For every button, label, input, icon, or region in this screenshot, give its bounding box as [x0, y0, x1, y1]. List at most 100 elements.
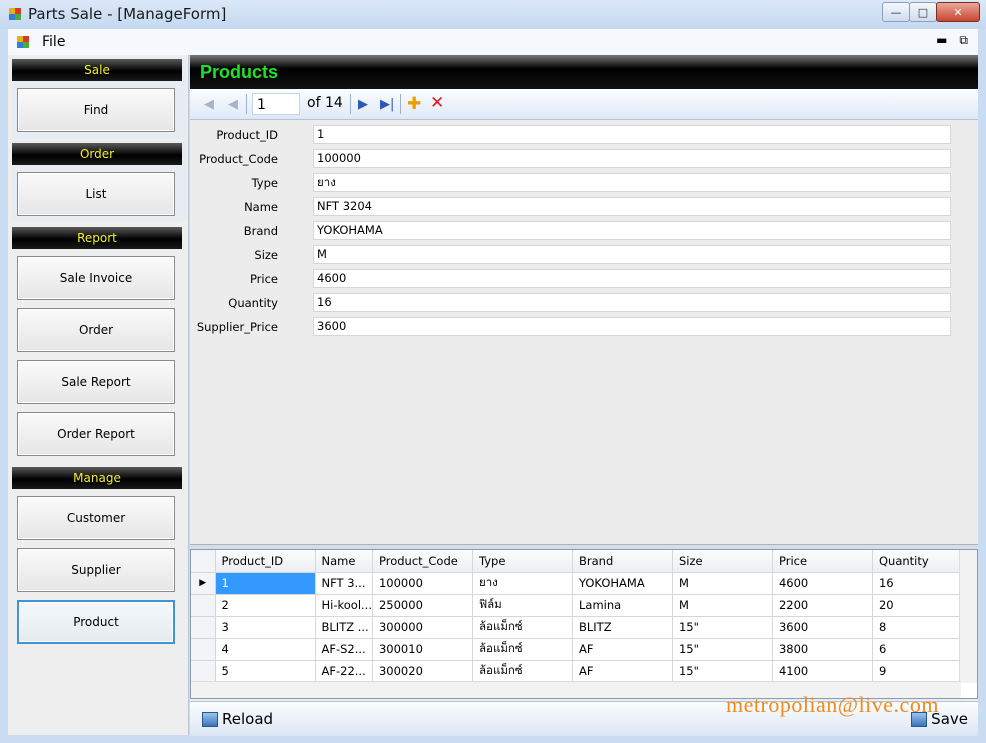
brand-field[interactable]: YOKOHAMA	[313, 221, 951, 240]
add-new-icon[interactable]: ✚	[407, 94, 421, 114]
cell[interactable]: 4	[215, 638, 316, 661]
row-header[interactable]	[191, 660, 216, 683]
table-row[interactable]: ▶ 1 NFT 3... 100000 ยาง YOKOHAMA M 4600 …	[191, 572, 965, 595]
cell[interactable]: 3800	[772, 638, 873, 661]
cell[interactable]: 20	[872, 594, 965, 617]
cell[interactable]: 6	[872, 638, 965, 661]
cell[interactable]: Hi-kool...	[315, 594, 373, 617]
cell[interactable]: 15"	[672, 616, 773, 639]
product-button[interactable]: Product	[17, 600, 175, 644]
column-header[interactable]: Size	[672, 550, 773, 573]
cell[interactable]: ยาง	[472, 572, 573, 595]
cell[interactable]: 2200	[772, 594, 873, 617]
row-header[interactable]	[191, 594, 216, 617]
supplier-button[interactable]: Supplier	[17, 548, 175, 592]
cell[interactable]: M	[672, 594, 773, 617]
sale-report-button[interactable]: Sale Report	[17, 360, 175, 404]
size-field[interactable]: M	[313, 245, 951, 264]
delete-icon[interactable]: ✕	[430, 93, 444, 113]
supplier-price-field[interactable]: 3600	[313, 317, 951, 336]
cell[interactable]: 3600	[772, 616, 873, 639]
label-price: Price	[249, 272, 278, 286]
cell[interactable]: 15"	[672, 660, 773, 683]
main-panel: Products ◀ ◀ 1 of 14 ▶ ▶| ✚ ✕ Product_ID…	[190, 55, 978, 736]
cell[interactable]: 16	[872, 572, 965, 595]
sale-invoice-button[interactable]: Sale Invoice	[17, 256, 175, 300]
cell[interactable]: 5	[215, 660, 316, 683]
move-last-icon[interactable]: ▶|	[380, 97, 394, 112]
binding-navigator: ◀ ◀ 1 of 14 ▶ ▶| ✚ ✕	[190, 89, 978, 120]
menu-file[interactable]: File	[42, 34, 65, 50]
cell[interactable]: 3	[215, 616, 316, 639]
position-input[interactable]: 1	[252, 93, 300, 115]
maximize-button[interactable]: □	[909, 2, 937, 22]
corner-header	[191, 550, 216, 573]
column-header[interactable]: Name	[315, 550, 373, 573]
table-row[interactable]: 3 BLITZ ... 300000 ล้อแม็กซ์ BLITZ 15" 3…	[191, 616, 965, 639]
minimize-button[interactable]: —	[882, 2, 910, 22]
cell[interactable]: BLITZ	[572, 616, 673, 639]
quantity-field[interactable]: 16	[313, 293, 951, 312]
cell[interactable]: ล้อแม็กซ์	[472, 638, 573, 661]
cell[interactable]: 8	[872, 616, 965, 639]
reload-icon	[202, 711, 218, 727]
cell[interactable]: 9	[872, 660, 965, 683]
price-field[interactable]: 4600	[313, 269, 951, 288]
move-next-icon[interactable]: ▶	[358, 97, 368, 112]
form-icon[interactable]	[16, 35, 30, 49]
close-button[interactable]: ✕	[936, 2, 980, 22]
type-field[interactable]: ยาง	[313, 173, 951, 192]
cell[interactable]: ล้อแม็กซ์	[472, 616, 573, 639]
table-row[interactable]: 5 AF-22... 300020 ล้อแม็กซ์ AF 15" 4100 …	[191, 660, 965, 683]
cell[interactable]: ล้อแม็กซ์	[472, 660, 573, 683]
cell[interactable]: ฟิล์ม	[472, 594, 573, 617]
row-header[interactable]	[191, 616, 216, 639]
cell[interactable]: 250000	[372, 594, 473, 617]
row-header[interactable]	[191, 638, 216, 661]
mdi-restore-icon[interactable]: ⧉	[959, 33, 968, 48]
cell[interactable]: M	[672, 572, 773, 595]
column-header[interactable]: Quantity	[872, 550, 965, 573]
cell[interactable]: 100000	[372, 572, 473, 595]
label-quantity: Quantity	[228, 296, 278, 310]
cell[interactable]: 4100	[772, 660, 873, 683]
reload-button[interactable]: Reload	[202, 710, 273, 728]
cell[interactable]: AF	[572, 638, 673, 661]
cell[interactable]: 300020	[372, 660, 473, 683]
cell[interactable]: AF-S2...	[315, 638, 373, 661]
column-header[interactable]: Price	[772, 550, 873, 573]
move-previous-icon[interactable]: ◀	[228, 97, 238, 112]
name-field[interactable]: NFT 3204	[313, 197, 951, 216]
order-report-button[interactable]: Order Report	[17, 412, 175, 456]
column-header[interactable]: Type	[472, 550, 573, 573]
cell[interactable]: NFT 3...	[315, 572, 373, 595]
cell[interactable]: Lamina	[572, 594, 673, 617]
cell[interactable]: 2	[215, 594, 316, 617]
cell[interactable]: 1	[215, 572, 316, 595]
cell[interactable]: 300000	[372, 616, 473, 639]
cell[interactable]: 15"	[672, 638, 773, 661]
column-header[interactable]: Brand	[572, 550, 673, 573]
cell[interactable]: YOKOHAMA	[572, 572, 673, 595]
cell[interactable]: AF-22...	[315, 660, 373, 683]
cell[interactable]: 4600	[772, 572, 873, 595]
mdi-minimize-icon[interactable]: ▬	[936, 33, 947, 48]
label-product-code: Product_Code	[199, 152, 278, 166]
find-button[interactable]: Find	[17, 88, 175, 132]
section-sale: Sale	[12, 59, 182, 81]
order-report-button-1[interactable]: Order	[17, 308, 175, 352]
product-id-field[interactable]: 1	[313, 125, 951, 144]
column-header[interactable]: Product_ID	[215, 550, 316, 573]
cell[interactable]: AF	[572, 660, 673, 683]
product-code-field[interactable]: 100000	[313, 149, 951, 168]
vertical-scrollbar[interactable]	[959, 550, 977, 683]
cell[interactable]: BLITZ ...	[315, 616, 373, 639]
move-first-icon[interactable]: ◀	[204, 97, 214, 112]
customer-button[interactable]: Customer	[17, 496, 175, 540]
table-row[interactable]: 2 Hi-kool... 250000 ฟิล์ม Lamina M 2200 …	[191, 594, 965, 617]
list-button[interactable]: List	[17, 172, 175, 216]
products-grid[interactable]: Product_ID Name Product_Code Type Brand …	[190, 549, 978, 699]
column-header[interactable]: Product_Code	[372, 550, 473, 573]
cell[interactable]: 300010	[372, 638, 473, 661]
table-row[interactable]: 4 AF-S2... 300010 ล้อแม็กซ์ AF 15" 3800 …	[191, 638, 965, 661]
